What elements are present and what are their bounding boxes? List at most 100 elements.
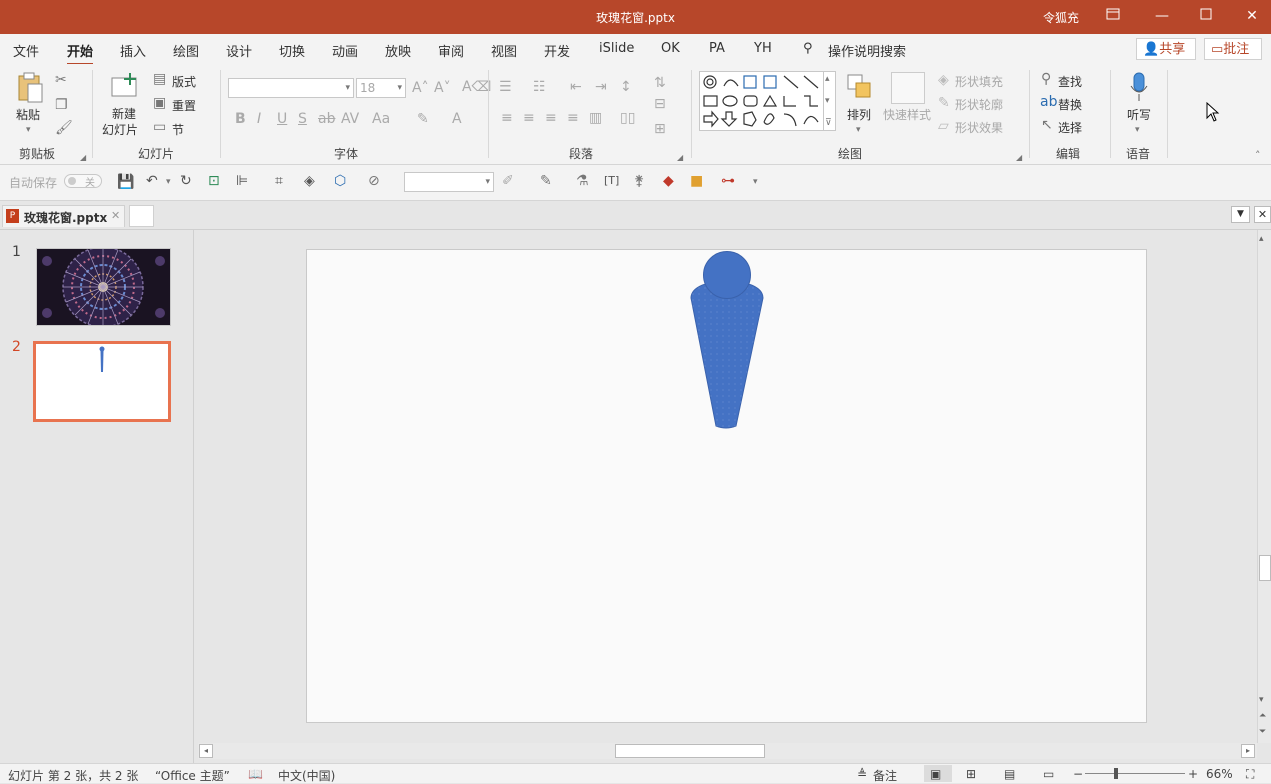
shapes-gallery[interactable]	[699, 71, 836, 131]
bold-icon[interactable]: B	[235, 111, 246, 127]
tab-ok[interactable]: OK	[661, 41, 680, 56]
zoom-level[interactable]: 66%	[1206, 767, 1233, 781]
tab-slideshow[interactable]: 放映	[385, 41, 411, 60]
redo-icon[interactable]: ↻	[180, 173, 192, 189]
replace-button[interactable]: 替换	[1058, 96, 1082, 113]
dialog-launcher-icon[interactable]: ◢	[677, 150, 683, 166]
clear-formatting-icon[interactable]: A⌫	[462, 79, 491, 95]
shape-outline-button[interactable]: 形状轮廓	[955, 96, 1003, 113]
slide-thumbnail-2[interactable]	[33, 341, 171, 422]
pipette-icon[interactable]: ⚵	[634, 173, 644, 189]
arrange-button[interactable]: 排列	[847, 106, 871, 123]
text-direction-icon[interactable]: ⇅	[654, 75, 666, 91]
close-all-icon[interactable]: ✕	[1254, 206, 1271, 223]
textbox-icon[interactable]: [T]	[604, 173, 619, 189]
chevron-down-icon[interactable]: ▾	[825, 93, 830, 109]
tab-review[interactable]: 审阅	[438, 41, 464, 60]
new-slide-label-2[interactable]: 幻灯片	[102, 121, 138, 138]
tab-view[interactable]: 视图	[491, 41, 517, 60]
user-name[interactable]: 令狐充	[1043, 9, 1079, 26]
tab-home[interactable]: 开始	[67, 41, 94, 66]
next-slide-icon[interactable]: ⏷	[1259, 724, 1266, 740]
color-square-icon[interactable]: ■	[690, 173, 703, 189]
zoom-slider[interactable]	[1085, 773, 1185, 774]
tab-insert[interactable]: 插入	[120, 41, 146, 60]
tab-list-icon[interactable]: ▼	[1231, 206, 1250, 223]
shape-effects-button[interactable]: 形状效果	[955, 119, 1003, 136]
document-tab[interactable]: P 玫瑰花窗.pptx ✕	[2, 205, 125, 227]
ribbon-display-options-icon[interactable]	[1103, 7, 1123, 25]
pen-color-icon[interactable]: ✎	[540, 173, 552, 189]
align-objects-icon[interactable]: ⊫	[236, 173, 248, 189]
keyhole-shape[interactable]	[690, 251, 764, 429]
scroll-left-icon[interactable]: ◂	[199, 744, 213, 758]
microphone-icon[interactable]	[1129, 72, 1149, 105]
cut-icon[interactable]: ✂	[55, 72, 67, 88]
scroll-down-icon[interactable]: ▾	[1259, 692, 1264, 708]
align-right-icon[interactable]: ≡	[545, 110, 557, 126]
dialog-launcher-icon[interactable]: ◢	[80, 150, 86, 166]
new-slide-label-1[interactable]: 新建	[112, 105, 136, 122]
qat-font-select[interactable]: ▾	[404, 172, 494, 192]
save-icon[interactable]: 💾	[117, 174, 134, 190]
eyedropper-icon[interactable]: ⚗	[576, 173, 589, 189]
crop-icon[interactable]: ⌗	[275, 173, 283, 189]
grow-font-icon[interactable]: A˄	[412, 80, 429, 96]
new-tab-button[interactable]	[129, 205, 154, 227]
fit-to-window-icon[interactable]: ⛶	[1246, 767, 1254, 782]
minimize-icon[interactable]: —	[1152, 7, 1172, 25]
change-case-icon[interactable]: Aa	[372, 111, 390, 127]
customize-qat-icon[interactable]: ▾	[753, 174, 758, 190]
quick-styles-button[interactable]: 快速样式	[883, 106, 931, 123]
format-painter-icon[interactable]: 🖌	[55, 120, 73, 136]
highlight-icon[interactable]: ✎	[417, 111, 429, 127]
new-slide-icon[interactable]	[110, 72, 140, 103]
slideshow-icon[interactable]: ▭	[1043, 767, 1054, 781]
tab-animations[interactable]: 动画	[332, 41, 358, 60]
close-window-icon[interactable]: ✕	[1242, 7, 1262, 25]
zoom-out-icon[interactable]: −	[1073, 767, 1083, 781]
undo-icon[interactable]: ↶	[146, 173, 158, 189]
underline-icon[interactable]: U	[277, 111, 287, 127]
format-brush-icon[interactable]: ✐	[502, 173, 514, 189]
italic-icon[interactable]: I	[257, 111, 261, 127]
slide-sorter-icon[interactable]: ⊞	[966, 767, 976, 781]
collapse-ribbon-icon[interactable]: ˄	[1255, 148, 1261, 164]
font-color-icon[interactable]: A	[452, 111, 462, 127]
language-status[interactable]: 中文(中国)	[278, 767, 335, 784]
shape-effect-icon[interactable]: ⊘	[368, 173, 380, 189]
notes-icon[interactable]: ≜	[857, 767, 867, 781]
columns-icon[interactable]: ▯▯	[620, 110, 635, 126]
quick-styles-icon[interactable]	[891, 72, 925, 104]
distributed-icon[interactable]: ▥	[589, 110, 602, 126]
autosave-toggle[interactable]: 关	[64, 174, 102, 189]
shape-fill-button[interactable]: 形状填充	[955, 73, 1003, 90]
layout-button[interactable]: 版式	[172, 73, 196, 90]
vertical-scroll-thumb[interactable]	[1259, 555, 1271, 581]
zoom-slider-thumb[interactable]	[1114, 768, 1118, 779]
paste-button[interactable]	[16, 72, 44, 107]
align-left-icon[interactable]: ≡	[501, 110, 513, 126]
search-icon[interactable]: ⚲	[803, 41, 813, 56]
font-size-select[interactable]: 18 ▾	[356, 78, 406, 98]
more-icon[interactable]: ⊽	[825, 115, 832, 131]
numbering-icon[interactable]: ☷	[533, 79, 546, 95]
reset-button[interactable]: 重置	[172, 97, 196, 114]
share-button[interactable]: 👤共享	[1136, 38, 1196, 60]
font-family-select[interactable]: ▾	[228, 78, 354, 98]
scroll-right-icon[interactable]: ▸	[1241, 744, 1255, 758]
shadow-icon[interactable]: S	[298, 111, 307, 127]
strikethrough-icon[interactable]: ab	[318, 111, 335, 127]
tab-file[interactable]: 文件	[13, 41, 39, 60]
horizontal-scroll-thumb[interactable]	[615, 744, 765, 758]
current-slide[interactable]	[306, 249, 1147, 723]
shape-outline-icon[interactable]: ⬡	[334, 173, 346, 189]
select-button[interactable]: 选择	[1058, 119, 1082, 136]
decrease-indent-icon[interactable]: ⇤	[570, 79, 582, 95]
bullets-icon[interactable]: ☰	[499, 79, 512, 95]
chevron-down-icon[interactable]: ▾	[26, 122, 31, 138]
normal-view-icon[interactable]: ▣	[930, 767, 941, 781]
smartart-icon[interactable]: ⊞	[654, 121, 666, 137]
justify-icon[interactable]: ≡	[567, 110, 579, 126]
arrange-icon[interactable]	[846, 73, 874, 104]
